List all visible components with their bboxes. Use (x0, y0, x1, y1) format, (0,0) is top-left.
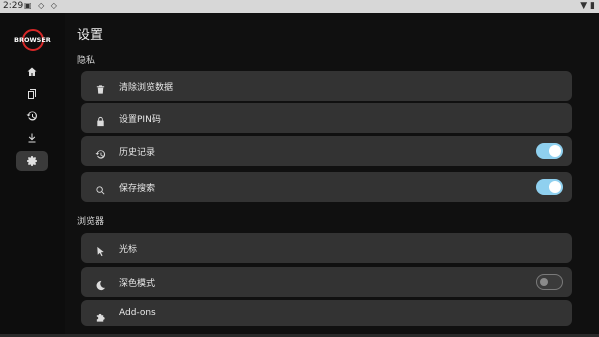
history-icon (26, 111, 37, 121)
download-icon (28, 133, 36, 143)
wifi-battery-icons: ▼ ▮ (580, 1, 595, 11)
tabs-icon (28, 89, 36, 99)
cursor-icon (95, 242, 106, 257)
setting-label: 设置PIN码 (119, 115, 161, 125)
status-bar: 2:29 ▣ ◇ ◇ ▼ ▮ (0, 0, 599, 13)
settings-icon (27, 156, 37, 167)
rail-item-downloads[interactable] (16, 128, 48, 148)
history-toggle[interactable] (536, 143, 563, 159)
history-icon (95, 145, 106, 159)
dark-mode-toggle[interactable] (536, 274, 563, 290)
logo-text: BROWSER (14, 36, 51, 44)
rail-item-tabs[interactable] (16, 84, 48, 104)
rail-item-home[interactable] (16, 62, 48, 82)
setting-save-search[interactable]: 保存搜索 (81, 172, 572, 202)
search-icon (95, 181, 106, 195)
setting-label: 深色模式 (119, 279, 156, 289)
section-title-browser: 浏览器 (77, 217, 105, 227)
trash-icon (95, 80, 106, 94)
moon-icon (95, 276, 106, 291)
setting-label: 光标 (119, 245, 138, 255)
rail-item-settings[interactable] (16, 151, 48, 171)
setting-cursor[interactable]: 光标 (81, 233, 572, 263)
notification-icons: ▣ ◇ ◇ (24, 1, 59, 10)
setting-label: 清除浏览数据 (119, 83, 174, 93)
navigation-rail: BROWSER (0, 13, 65, 337)
section-title-privacy: 隐私 (77, 56, 96, 66)
setting-add-ons[interactable]: Add-ons (81, 300, 572, 326)
toggle-knob (549, 181, 561, 193)
setting-history[interactable]: 历史记录 (81, 136, 572, 166)
save-search-toggle[interactable] (536, 179, 563, 195)
setting-label: 历史记录 (119, 148, 156, 158)
home-icon (27, 67, 37, 76)
lock-icon (95, 112, 106, 127)
status-time: 2:29 (3, 1, 24, 11)
toggle-knob (540, 278, 548, 286)
page-title: 设置 (77, 28, 104, 43)
setting-label: Add-ons (119, 308, 156, 318)
puzzle-icon (95, 308, 106, 322)
app-logo: BROWSER (14, 29, 51, 53)
rail-item-history[interactable] (16, 106, 48, 126)
setting-set-pin[interactable]: 设置PIN码 (81, 103, 572, 133)
setting-clear-browsing-data[interactable]: 清除浏览数据 (81, 71, 572, 101)
setting-label: 保存搜索 (119, 184, 156, 194)
toggle-knob (549, 145, 561, 157)
setting-dark-mode[interactable]: 深色模式 (81, 267, 572, 297)
